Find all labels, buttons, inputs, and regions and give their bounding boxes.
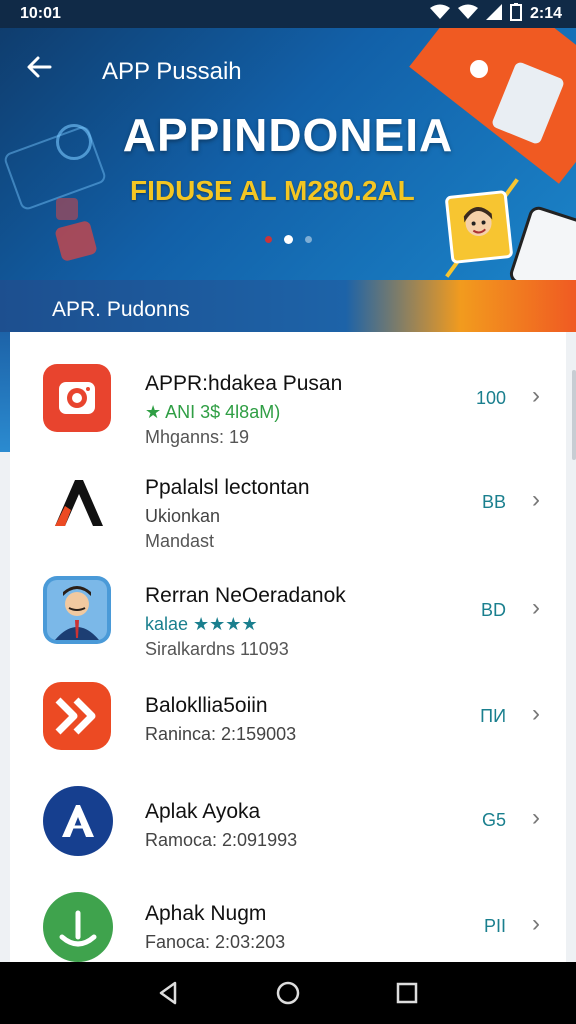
app-title: APPR:hdakea Pusan (145, 372, 343, 395)
back-arrow-icon[interactable] (26, 54, 56, 84)
list-item[interactable]: Aphak Nugm Fanoca: 2:03:203 PII › (10, 860, 566, 962)
person-arc-icon (43, 892, 113, 962)
chevron-right-icon: › (532, 910, 540, 937)
letter-a-icon (43, 786, 113, 856)
list-item[interactable]: Ppalalsl lectontan Ukionkan Mandast BB › (10, 436, 566, 551)
app-meta: Fanoca: 2:03:203 (145, 932, 286, 952)
section-label: APR. Pudonns (52, 298, 190, 321)
back-triangle-icon[interactable] (155, 979, 183, 1007)
wifi-icon (429, 4, 450, 24)
list-item[interactable]: Aplak Ayoka Ramoca: 2:091993 G5 › (10, 754, 566, 858)
status-time-left: 10:01 (20, 5, 61, 22)
signal-icon (485, 4, 502, 24)
person-avatar-icon (43, 576, 111, 644)
banner-heading: APPINDONEIA (122, 109, 454, 161)
cast-icon[interactable] (466, 56, 492, 82)
app-title: Aphak Nugm (145, 902, 267, 925)
app-title: Rerran NeOeradanok (145, 584, 346, 607)
app-list: APPR:hdakea Pusan ★ ANI 3$ 4l8aM) Mhgann… (10, 332, 566, 962)
carousel-dot[interactable] (264, 236, 272, 243)
status-bar: 10:01 2:14 (0, 0, 576, 28)
status-time-right: 2:14 (529, 5, 562, 22)
app-title: Aplak Ayoka (145, 800, 261, 823)
promo-banner[interactable]: APP Pussaih APPINDONEIA FIDUSE AL M280.2… (0, 28, 576, 280)
app-size: 100 (475, 388, 506, 408)
page-title: APP Pussaih (102, 58, 242, 85)
app-size: G5 (481, 810, 506, 830)
chevron-right-icon: › (532, 804, 540, 831)
home-circle-icon[interactable] (274, 979, 302, 1007)
wifi-icon (457, 4, 478, 24)
carousel-dot[interactable] (304, 236, 312, 243)
banner-subheading: FIDUSE AL M280.2AL (130, 175, 415, 206)
app-title: Balokllia5oiin (145, 694, 268, 717)
app-subtitle: Ukionkan (145, 506, 221, 526)
app-rating: ★ ANI 3$ 4l8aM) (145, 402, 281, 422)
chevrons-right-icon (43, 682, 111, 750)
chevron-right-icon: › (532, 700, 540, 727)
list-item[interactable]: APPR:hdakea Pusan ★ ANI 3$ 4l8aM) Mhgann… (10, 332, 566, 447)
app-meta: Ranincа: 2:159003 (145, 724, 297, 744)
recents-square-icon[interactable] (393, 979, 421, 1007)
chevron-right-icon: › (532, 594, 540, 621)
app-size: PII (483, 916, 506, 936)
lambda-logo-icon (43, 468, 111, 536)
chevron-right-icon: › (532, 382, 540, 409)
app-size: BD (480, 600, 506, 620)
banner-avatar-icon (444, 189, 514, 265)
app-size: ПИ (480, 706, 506, 726)
list-item[interactable]: Balokllia5oiin Ranincа: 2:159003 ПИ › (10, 650, 566, 754)
banner-decoration (56, 198, 78, 220)
battery-icon (509, 3, 522, 25)
app-rating: kalae ★★★★ (145, 614, 258, 634)
carousel-indicator (0, 235, 576, 244)
chevron-right-icon: › (532, 486, 540, 513)
list-item[interactable]: Rerran NeOeradanok kalae ★★★★ Siralkardn… (10, 544, 566, 659)
status-icons: 2:14 (429, 3, 562, 25)
carousel-dot-active[interactable] (283, 235, 293, 244)
scrollbar[interactable] (572, 370, 576, 460)
app-title: Ppalalsl lectontan (145, 476, 310, 499)
app-size: BB (481, 492, 506, 512)
camera-icon (43, 364, 111, 432)
system-nav-bar (0, 962, 576, 1024)
app-meta: Ramoca: 2:091993 (145, 830, 298, 850)
